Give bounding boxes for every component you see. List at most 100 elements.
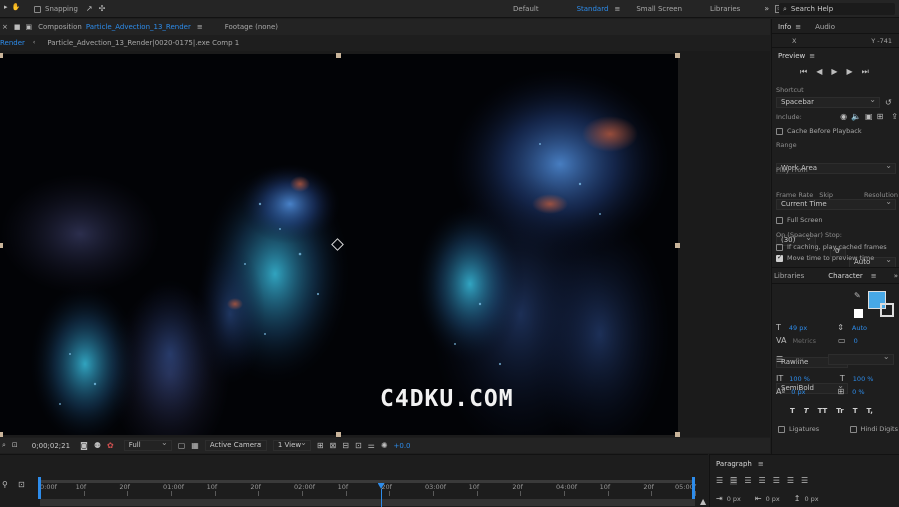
ligatures-checkbox[interactable]	[778, 425, 785, 433]
current-timecode[interactable]: 0;00;02;21	[32, 442, 70, 450]
exposure-value[interactable]: +0.0	[394, 442, 411, 450]
workspace-menu-icon[interactable]: ≡	[614, 5, 620, 13]
transparency-grid-icon[interactable]: ▦	[191, 441, 199, 450]
play-icon[interactable]: ▶	[831, 68, 837, 76]
reset-icon[interactable]: ↺	[885, 99, 892, 107]
include-layers-icon[interactable]: ⊞	[877, 113, 884, 121]
tab-info[interactable]: Info	[778, 23, 791, 31]
justify-center-icon[interactable]: ☰	[773, 477, 780, 485]
tracking-value[interactable]: 0	[854, 337, 858, 345]
shortcut-dropdown[interactable]: Spacebar	[776, 95, 880, 108]
workspace-small-screen[interactable]: Small Screen	[636, 5, 682, 13]
resolution-dropdown[interactable]: Full	[123, 438, 172, 451]
tab-character[interactable]: Character	[828, 272, 863, 280]
tool-icon[interactable]: ▸	[4, 4, 8, 11]
last-frame-icon[interactable]: ⏭	[862, 68, 869, 76]
chevron-right-icon[interactable]: »	[764, 5, 769, 13]
layer-handle[interactable]	[675, 53, 680, 58]
space-before-value[interactable]: 0 px	[804, 495, 818, 503]
justify-all-icon[interactable]: ☰	[801, 477, 808, 485]
flowchart-icon[interactable]: ⚌	[368, 441, 375, 450]
tab-audio[interactable]: Audio	[815, 23, 835, 31]
workspace-standard[interactable]: Standard	[577, 5, 609, 13]
subscript-button[interactable]: T,	[867, 407, 873, 415]
work-area-end[interactable]	[692, 477, 695, 499]
move-time-checkbox[interactable]	[776, 253, 783, 262]
graph-editor-icon[interactable]: ⊡	[18, 481, 25, 489]
work-area-start[interactable]	[38, 477, 41, 499]
zoom-in-icon[interactable]: ▲	[700, 498, 706, 506]
if-caching-checkbox[interactable]	[776, 243, 783, 251]
full-screen-checkbox[interactable]	[776, 216, 783, 224]
camera-dropdown[interactable]: Active Camera	[204, 438, 267, 451]
timeline-scroll[interactable]	[40, 499, 695, 506]
horizontal-scale-value[interactable]: 100 %	[853, 375, 874, 383]
tsume-value[interactable]: 0 %	[852, 388, 864, 396]
chevron-right-icon[interactable]: »	[894, 272, 898, 280]
eyedropper-icon[interactable]: ✎	[854, 292, 861, 300]
show-snapshot-icon[interactable]: ⚉	[94, 441, 101, 450]
camera-snapshot-icon[interactable]: ◙	[80, 441, 88, 450]
timeline-icon[interactable]: ⊡	[355, 441, 362, 450]
snapping-checkbox[interactable]	[34, 5, 41, 13]
tool-icon[interactable]: ✋	[12, 4, 21, 11]
hindi-digits-checkbox[interactable]	[849, 425, 857, 433]
previous-frame-icon[interactable]: ◀	[816, 68, 822, 76]
faux-italic-button[interactable]: T	[804, 407, 809, 415]
breadcrumb-render[interactable]: Render	[0, 39, 25, 47]
panel-menu-icon[interactable]: ≡	[758, 460, 764, 468]
breadcrumb-comp[interactable]: Particle_Advection_13_Render|0020-0175|.…	[47, 39, 239, 47]
superscript-button[interactable]: T	[853, 407, 858, 415]
layer-handle[interactable]	[336, 53, 341, 58]
font-size-value[interactable]: 49 px	[789, 324, 807, 332]
stroke-swatch[interactable]	[854, 309, 863, 318]
include-overlay-icon[interactable]: ▣	[865, 113, 873, 121]
justify-right-icon[interactable]: ☰	[787, 477, 794, 485]
playhead[interactable]	[377, 483, 385, 507]
footage-tab[interactable]: Footage (none)	[225, 23, 278, 31]
stroke-color-swatch[interactable]	[880, 303, 894, 317]
layer-handle[interactable]	[0, 53, 3, 58]
tab-libraries[interactable]: Libraries	[774, 272, 804, 280]
next-frame-icon[interactable]: ▶	[847, 68, 853, 76]
cache-checkbox[interactable]	[776, 127, 783, 135]
leading-value[interactable]: Auto	[852, 324, 867, 332]
color-channel-icon[interactable]: ✿	[107, 441, 114, 450]
first-frame-icon[interactable]: ⏮	[800, 68, 807, 76]
panel-menu-icon[interactable]: ≡	[871, 272, 877, 280]
views-dropdown[interactable]: 1 View	[272, 438, 311, 451]
exposure-reset-icon[interactable]: ✺	[381, 441, 388, 450]
stroke-width-value[interactable]: - px	[791, 356, 803, 364]
include-audio-icon[interactable]: 🔈	[851, 113, 861, 121]
align-center-icon[interactable]: ☰	[730, 477, 738, 485]
layer-handle[interactable]	[675, 432, 680, 437]
align-right-icon[interactable]: ☰	[744, 477, 751, 485]
export-icon[interactable]: ⇪	[891, 113, 898, 121]
composition-viewer[interactable]: C4DKU.COM	[0, 51, 770, 437]
all-caps-button[interactable]: TT	[818, 407, 828, 415]
layer-handle[interactable]	[675, 243, 680, 248]
stroke-type-dropdown[interactable]	[827, 352, 894, 365]
preview-title[interactable]: Preview	[778, 52, 805, 60]
tab-menu-icon[interactable]: ≡	[197, 23, 203, 31]
timeline-ruler[interactable]: 0:00f 10f 20f 01:00f 10f 20f 02:00f 10f 20f 03:00…	[40, 483, 696, 497]
fast-preview-icon[interactable]: ⊟	[342, 441, 349, 450]
layer-handle[interactable]	[0, 432, 3, 437]
snap-target-icon[interactable]: ✣	[99, 5, 106, 13]
kerning-value[interactable]: Metrics	[792, 337, 816, 345]
indent-right-value[interactable]: 0 px	[766, 495, 780, 503]
include-video-icon[interactable]: ◉	[840, 113, 847, 121]
region-of-interest-icon[interactable]: ▢	[178, 441, 186, 450]
paragraph-title[interactable]: Paragraph	[716, 460, 752, 468]
close-icon[interactable]: ×	[2, 23, 8, 31]
play-from-dropdown[interactable]: Current Time	[776, 197, 896, 210]
search-icon[interactable]: ⚲	[2, 481, 8, 489]
snap-option-icon[interactable]: ↗	[86, 5, 93, 13]
align-left-icon[interactable]: ☰	[716, 477, 723, 485]
toggle-pixel-icon[interactable]: ⊞	[317, 441, 324, 450]
lock-icon[interactable]: ■	[14, 23, 21, 31]
composition-name-tab[interactable]: Particle_Advection_13_Render	[86, 23, 191, 31]
justify-left-icon[interactable]: ☰	[759, 477, 766, 485]
workspace-libraries[interactable]: Libraries	[710, 5, 740, 13]
search-help-box[interactable]: ⌕ Search Help	[779, 3, 895, 15]
